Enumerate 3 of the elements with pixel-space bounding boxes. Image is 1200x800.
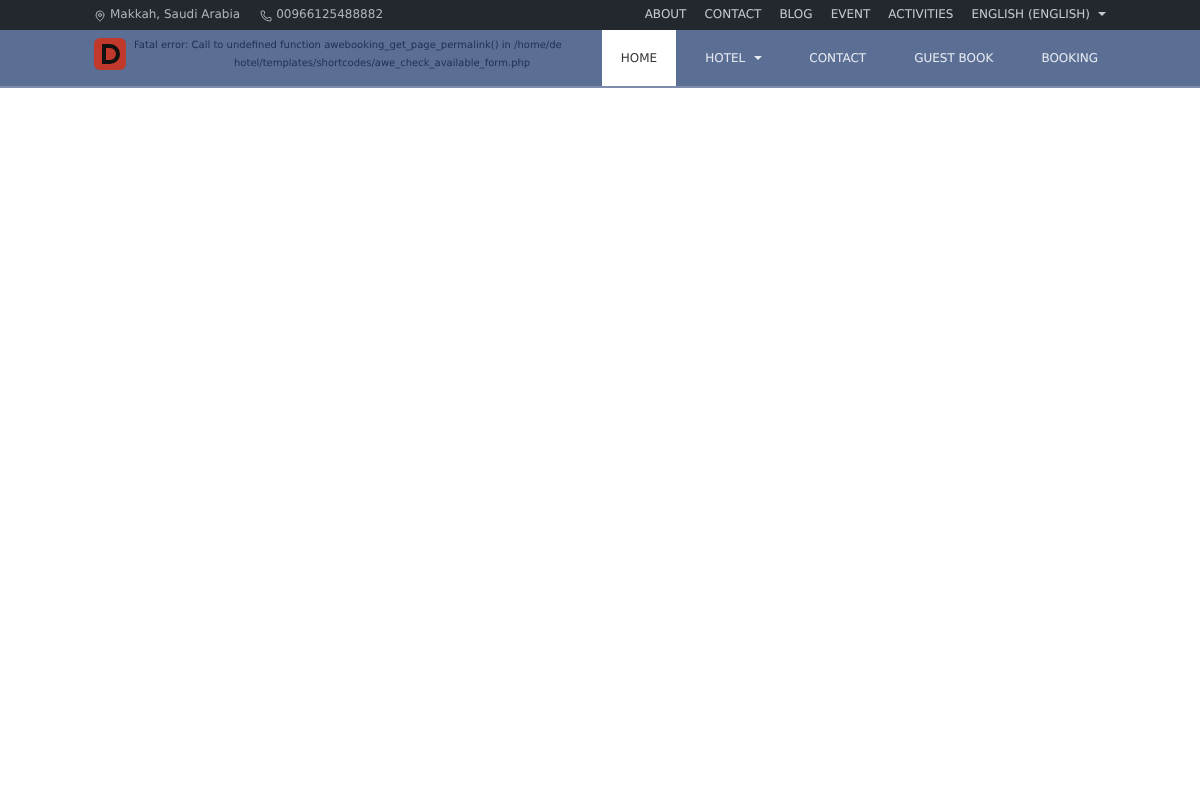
logo-icon bbox=[94, 38, 126, 70]
pin-icon bbox=[94, 9, 106, 21]
phone-icon bbox=[260, 9, 273, 21]
